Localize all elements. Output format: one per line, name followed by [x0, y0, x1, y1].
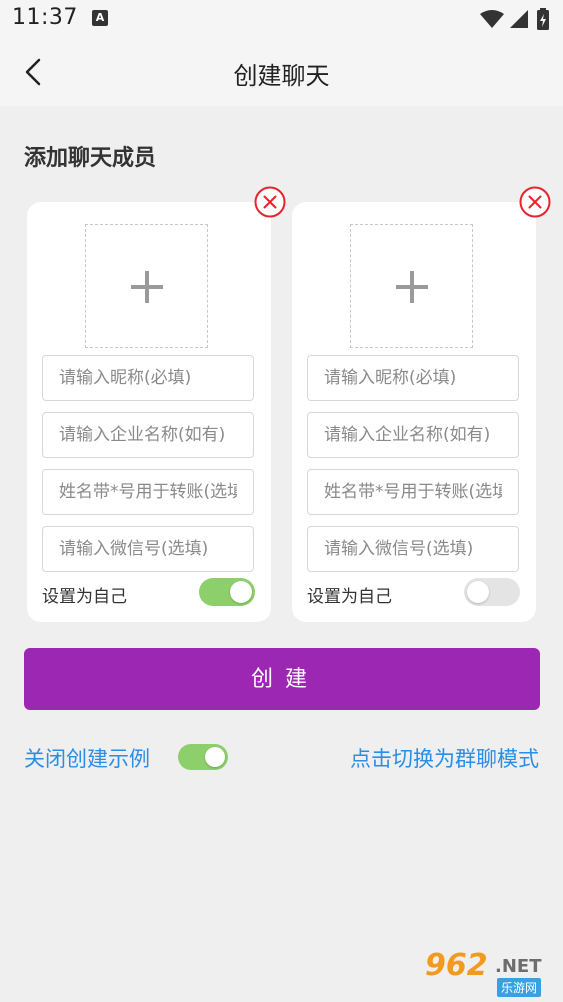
- remove-circle-icon[interactable]: [254, 186, 286, 218]
- close-example-label[interactable]: 关闭创建示例: [24, 743, 150, 773]
- toggle-knob: [467, 581, 489, 603]
- app-bar: 创建聊天: [0, 38, 563, 106]
- status-time: 11:37: [12, 5, 78, 30]
- set-as-self-label: 设置为自己: [307, 587, 392, 607]
- company-input[interactable]: [42, 412, 254, 458]
- notification-icon: A: [92, 10, 108, 26]
- toggle-knob: [205, 747, 225, 767]
- wifi-icon: [480, 10, 504, 28]
- wechat-input[interactable]: [307, 526, 519, 572]
- status-icons: [478, 8, 553, 32]
- member-card: 设置为自己: [292, 202, 536, 622]
- section-title: 添加聊天成员: [24, 146, 157, 171]
- plus-icon: [131, 271, 163, 303]
- company-input[interactable]: [307, 412, 519, 458]
- signal-icon: [510, 10, 528, 28]
- member-card: 设置为自己: [27, 202, 271, 622]
- watermark-sub: 乐游网: [497, 978, 542, 997]
- toggle-knob: [230, 581, 252, 603]
- plus-icon: [396, 271, 428, 303]
- remove-member-button[interactable]: [519, 186, 551, 218]
- set-as-self-toggle[interactable]: [464, 578, 520, 606]
- remove-circle-icon[interactable]: [519, 186, 551, 218]
- set-as-self-label: 设置为自己: [42, 587, 127, 607]
- nickname-input[interactable]: [42, 355, 254, 401]
- avatar-upload-button[interactable]: [85, 224, 208, 348]
- watermark-suffix: .NET: [495, 956, 542, 977]
- wechat-input[interactable]: [42, 526, 254, 572]
- battery-icon: [537, 8, 549, 30]
- set-as-self-toggle[interactable]: [199, 578, 255, 606]
- name-input[interactable]: [42, 469, 254, 515]
- name-input[interactable]: [307, 469, 519, 515]
- avatar-upload-button[interactable]: [350, 224, 473, 348]
- nickname-input[interactable]: [307, 355, 519, 401]
- close-example-toggle[interactable]: [178, 744, 228, 770]
- watermark-brand: 962: [425, 948, 488, 983]
- create-button[interactable]: 创建: [24, 648, 540, 710]
- status-bar: 11:37 A: [0, 0, 563, 38]
- remove-member-button[interactable]: [254, 186, 286, 218]
- watermark-logo: 962 .NET 乐游网: [417, 946, 557, 998]
- switch-group-chat-link[interactable]: 点击切换为群聊模式: [350, 743, 539, 773]
- page-title: 创建聊天: [233, 62, 330, 90]
